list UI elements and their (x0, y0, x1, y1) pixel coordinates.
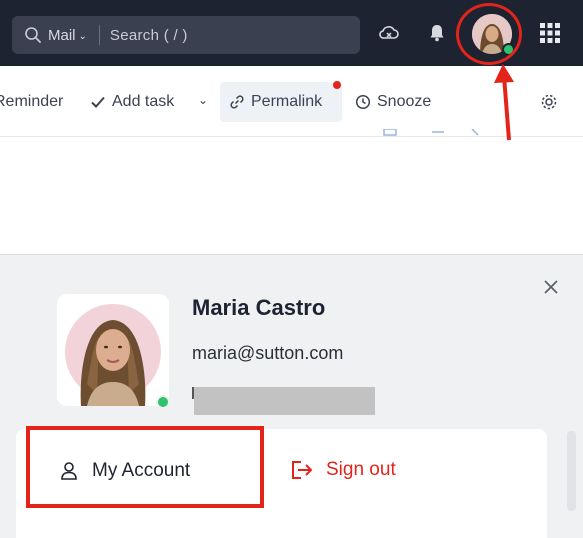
my-account-highlight-box (26, 426, 264, 508)
avatar-highlight-circle (456, 3, 522, 65)
chevron-down-icon: ⌄ (198, 93, 209, 107)
cloud-icon[interactable] (378, 22, 400, 44)
snooze-label: Snooze (377, 93, 432, 110)
checkmark-icon (91, 96, 105, 108)
profile-photo (57, 294, 169, 406)
add-task-label: Add task (112, 93, 175, 110)
sign-out-label: Sign out (326, 459, 396, 480)
redacted-field (194, 387, 375, 415)
reminder-button[interactable]: Reminder (0, 93, 63, 111)
scrollbar[interactable] (567, 431, 576, 511)
sign-out-icon (292, 461, 313, 479)
search-bar[interactable]: Mail ⌄ Search ( / ) (12, 16, 360, 54)
chevron-down-icon: ⌄ (78, 30, 87, 42)
reminder-label: Reminder (0, 93, 64, 110)
search-scope-dropdown[interactable]: Mail ⌄ (48, 27, 87, 44)
user-name: Maria Castro (192, 295, 326, 320)
apps-grid-icon[interactable] (539, 22, 561, 44)
notification-badge (333, 81, 341, 89)
permalink-button[interactable]: Permalink (229, 93, 322, 111)
add-task-button[interactable]: Add task (90, 93, 174, 111)
search-divider (98, 25, 100, 45)
link-icon (230, 95, 244, 109)
permalink-label: Permalink (251, 93, 323, 110)
search-scope-label: Mail (48, 26, 76, 44)
user-email: maria@sutton.com (192, 343, 344, 363)
add-task-dropdown[interactable]: ⌄ (198, 93, 208, 107)
search-input[interactable]: Search ( / ) (110, 27, 188, 44)
cropped-toolbar-icons (383, 129, 479, 136)
search-icon (25, 27, 41, 43)
snooze-button[interactable]: Snooze (355, 93, 431, 111)
clock-icon (355, 94, 371, 110)
callout-arrow (494, 64, 514, 141)
gear-icon[interactable] (540, 93, 558, 111)
bell-icon[interactable] (426, 22, 448, 44)
avatar (57, 294, 169, 406)
online-status-dot (156, 395, 170, 409)
sign-out-button[interactable]: Sign out (290, 459, 396, 481)
close-icon[interactable] (541, 277, 561, 297)
